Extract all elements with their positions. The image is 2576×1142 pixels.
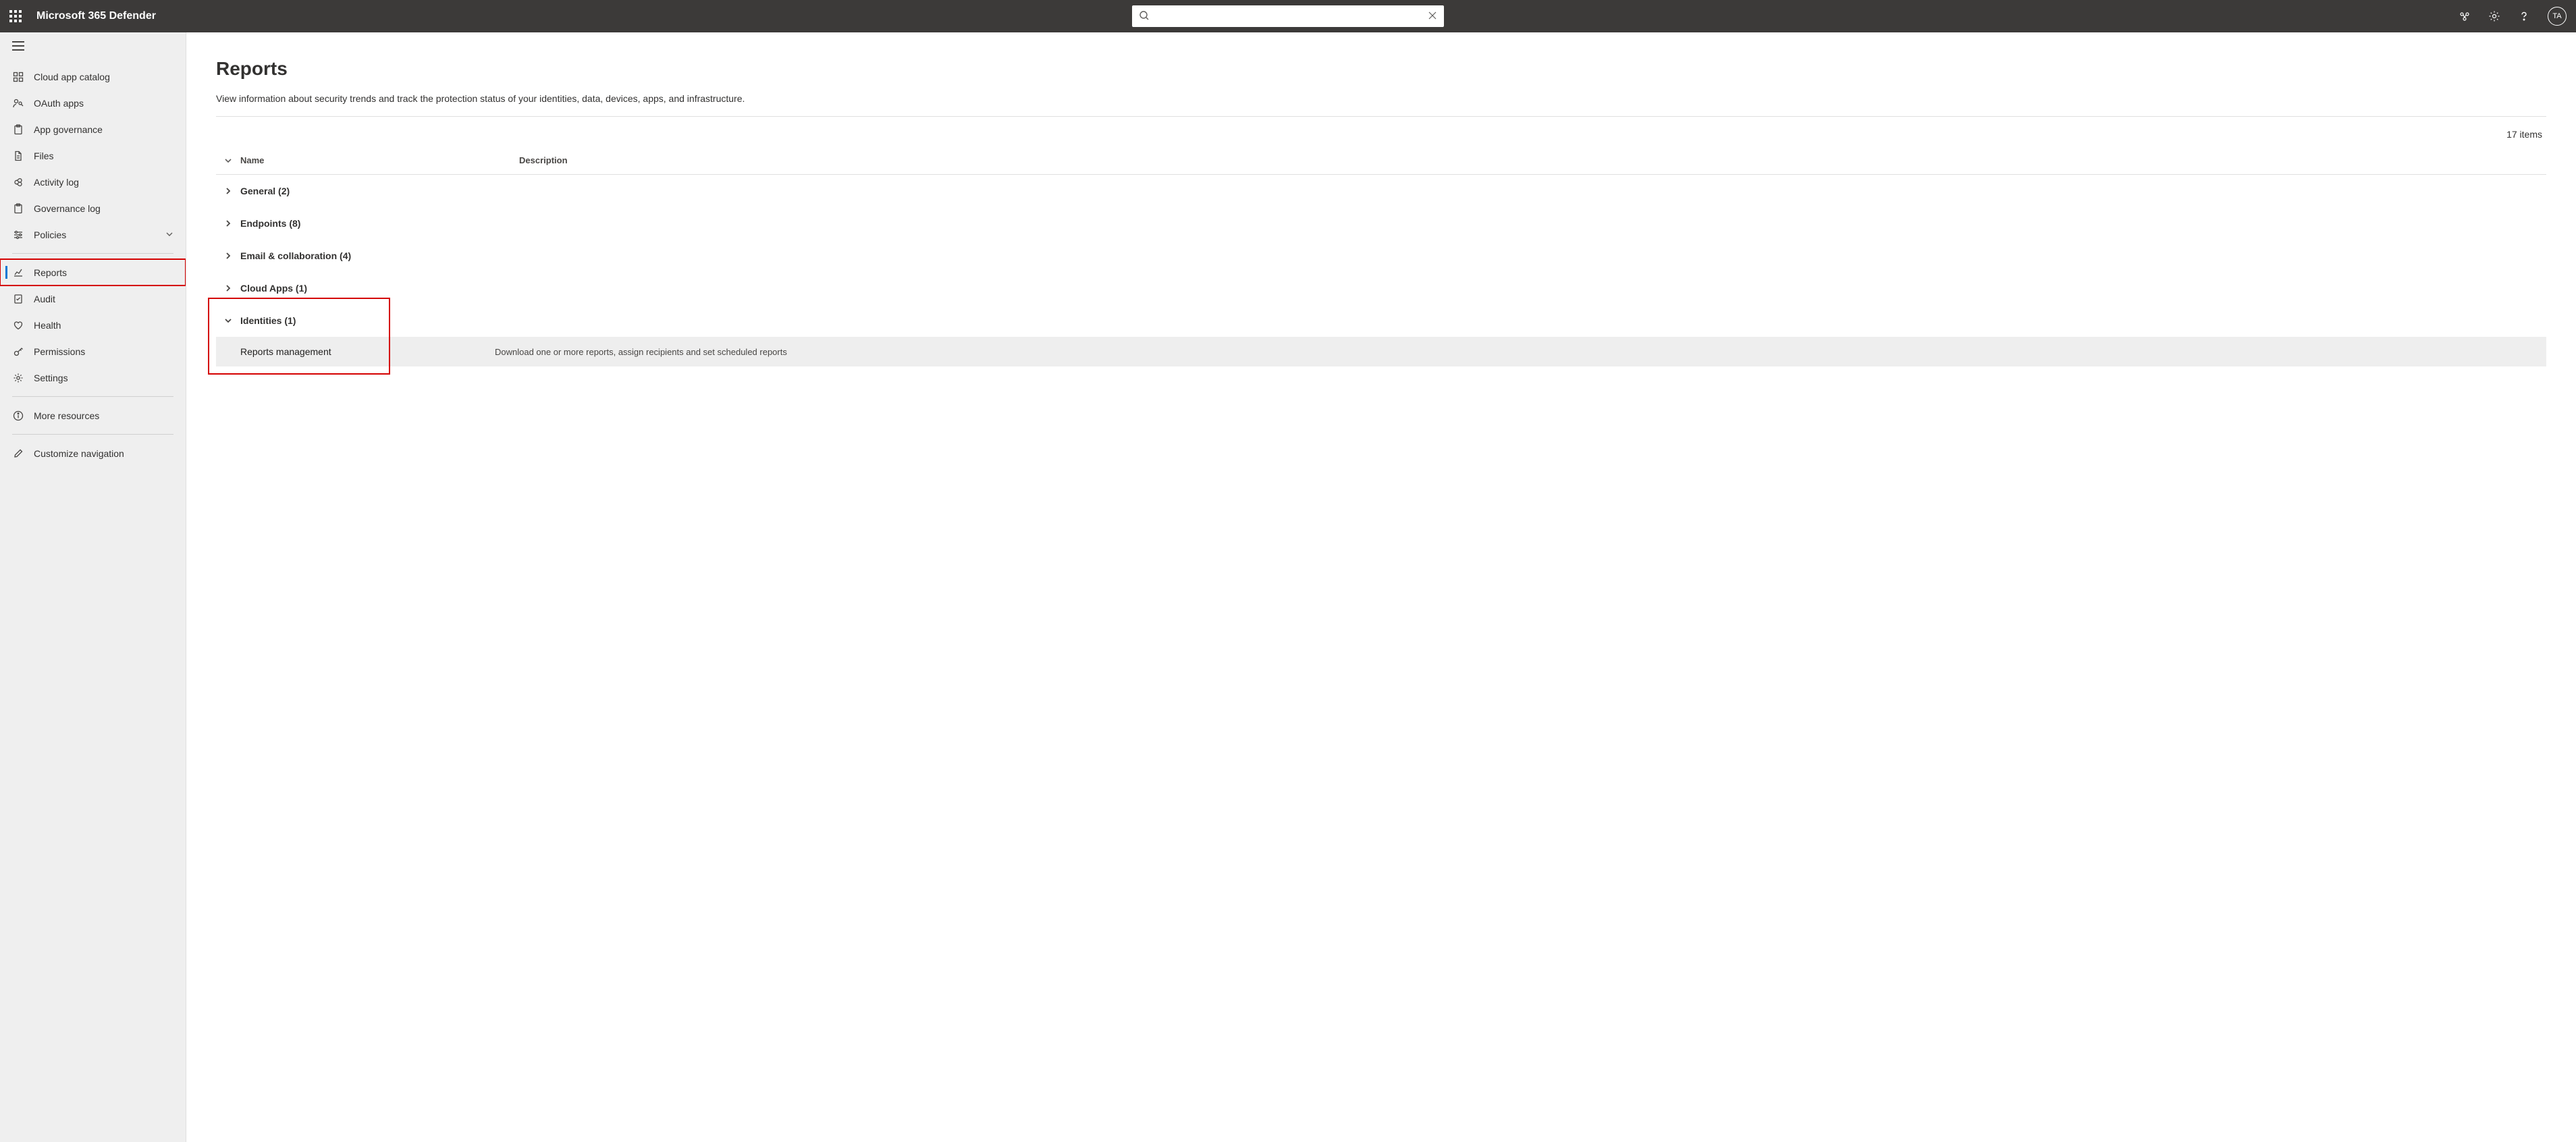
sidebar-item-audit[interactable]: Audit bbox=[0, 286, 186, 312]
nav-divider bbox=[12, 396, 173, 397]
sidebar-item-label: Cloud app catalog bbox=[34, 72, 110, 82]
sidebar-item-label: Activity log bbox=[34, 177, 79, 188]
sidebar-item-customize-nav[interactable]: Customize navigation bbox=[0, 440, 186, 466]
sidebar-item-label: OAuth apps bbox=[34, 98, 84, 109]
group-label: Identities (1) bbox=[240, 315, 519, 326]
search-input[interactable] bbox=[1155, 11, 1422, 22]
sidebar-item-governance-log[interactable]: Governance log bbox=[0, 195, 186, 221]
gear-icon bbox=[12, 372, 24, 384]
pencil-icon bbox=[12, 447, 24, 460]
items-count: 17 items bbox=[216, 129, 2546, 140]
sidebar-item-more-resources[interactable]: More resources bbox=[0, 402, 186, 429]
chevron-right-icon bbox=[216, 252, 240, 260]
chevron-right-icon bbox=[216, 219, 240, 227]
settings-gear-icon[interactable] bbox=[2488, 10, 2500, 22]
product-title: Microsoft 365 Defender bbox=[36, 10, 156, 22]
left-nav: Cloud app catalog OAuth apps App governanc… bbox=[0, 32, 186, 1142]
sidebar-item-label: Health bbox=[34, 320, 61, 331]
sidebar-item-label: Governance log bbox=[34, 203, 101, 214]
chart-icon bbox=[12, 267, 24, 279]
sidebar-item-permissions[interactable]: Permissions bbox=[0, 338, 186, 364]
sidebar-item-label: Files bbox=[34, 151, 54, 161]
infinity-icon bbox=[12, 176, 24, 188]
group-label: Cloud Apps (1) bbox=[240, 283, 519, 294]
sidebar-item-label: Audit bbox=[34, 294, 55, 304]
sidebar-item-label: Policies bbox=[34, 229, 66, 240]
nav-collapse-toggle[interactable] bbox=[0, 32, 186, 59]
sidebar-item-reports[interactable]: Reports bbox=[0, 259, 186, 286]
sidebar-item-cloud-app-catalog[interactable]: Cloud app catalog bbox=[0, 63, 186, 90]
group-label: Email & collaboration (4) bbox=[240, 250, 519, 261]
key-icon bbox=[12, 346, 24, 358]
nav-divider bbox=[12, 434, 173, 435]
chevron-right-icon bbox=[216, 284, 240, 292]
help-icon[interactable] bbox=[2518, 10, 2530, 22]
info-icon bbox=[12, 410, 24, 422]
sidebar-item-label: Reports bbox=[34, 267, 67, 278]
user-avatar[interactable]: TA bbox=[2548, 7, 2567, 26]
table-header: Name Description bbox=[216, 146, 2546, 175]
report-group-row[interactable]: General (2) bbox=[216, 175, 2546, 207]
report-item-name: Reports management bbox=[216, 346, 495, 357]
global-search[interactable] bbox=[1132, 5, 1444, 27]
report-group-row[interactable]: Endpoints (8) bbox=[216, 207, 2546, 240]
page-title: Reports bbox=[216, 58, 2546, 80]
chevron-down-icon bbox=[216, 317, 240, 325]
main-content: Reports View information about security … bbox=[186, 32, 2576, 1142]
sidebar-item-activity-log[interactable]: Activity log bbox=[0, 169, 186, 195]
clear-search-icon[interactable] bbox=[1428, 11, 1437, 22]
heart-icon bbox=[12, 319, 24, 331]
sidebar-item-app-governance[interactable]: App governance bbox=[0, 116, 186, 142]
sidebar-item-files[interactable]: Files bbox=[0, 142, 186, 169]
clipboard-icon bbox=[12, 202, 24, 215]
col-header-description[interactable]: Description bbox=[519, 155, 2546, 165]
report-group-row[interactable]: Identities (1) bbox=[216, 304, 2546, 337]
sidebar-item-label: Customize navigation bbox=[34, 448, 124, 459]
sidebar-item-label: App governance bbox=[34, 124, 103, 135]
page-check-icon bbox=[12, 293, 24, 305]
grid-icon bbox=[12, 71, 24, 83]
sidebar-item-label: Settings bbox=[34, 373, 68, 383]
search-icon bbox=[1139, 10, 1150, 23]
sidebar-item-oauth-apps[interactable]: OAuth apps bbox=[0, 90, 186, 116]
app-header: Microsoft 365 Defender TA bbox=[0, 0, 2576, 32]
sidebar-item-label: Permissions bbox=[34, 346, 85, 357]
file-icon bbox=[12, 150, 24, 162]
community-icon[interactable] bbox=[2459, 10, 2471, 22]
report-group-row[interactable]: Cloud Apps (1) bbox=[216, 272, 2546, 304]
sidebar-item-policies[interactable]: Policies bbox=[0, 221, 186, 248]
sliders-icon bbox=[12, 229, 24, 241]
sidebar-item-settings[interactable]: Settings bbox=[0, 364, 186, 391]
app-launcher-icon[interactable] bbox=[9, 10, 22, 22]
group-label: General (2) bbox=[240, 186, 519, 196]
sidebar-item-label: More resources bbox=[34, 410, 99, 421]
report-group-row[interactable]: Email & collaboration (4) bbox=[216, 240, 2546, 272]
person-key-icon bbox=[12, 97, 24, 109]
nav-divider bbox=[12, 253, 173, 254]
sidebar-item-health[interactable]: Health bbox=[0, 312, 186, 338]
chevron-down-icon bbox=[165, 229, 173, 240]
chevron-right-icon bbox=[216, 187, 240, 195]
group-label: Endpoints (8) bbox=[240, 218, 519, 229]
clipboard-icon bbox=[12, 124, 24, 136]
col-header-name[interactable]: Name bbox=[240, 155, 519, 165]
expand-all-toggle[interactable] bbox=[216, 157, 240, 165]
report-item-row[interactable]: Reports managementDownload one or more r… bbox=[216, 337, 2546, 366]
report-item-description: Download one or more reports, assign rec… bbox=[495, 347, 2546, 357]
page-description: View information about security trends a… bbox=[216, 93, 2546, 117]
